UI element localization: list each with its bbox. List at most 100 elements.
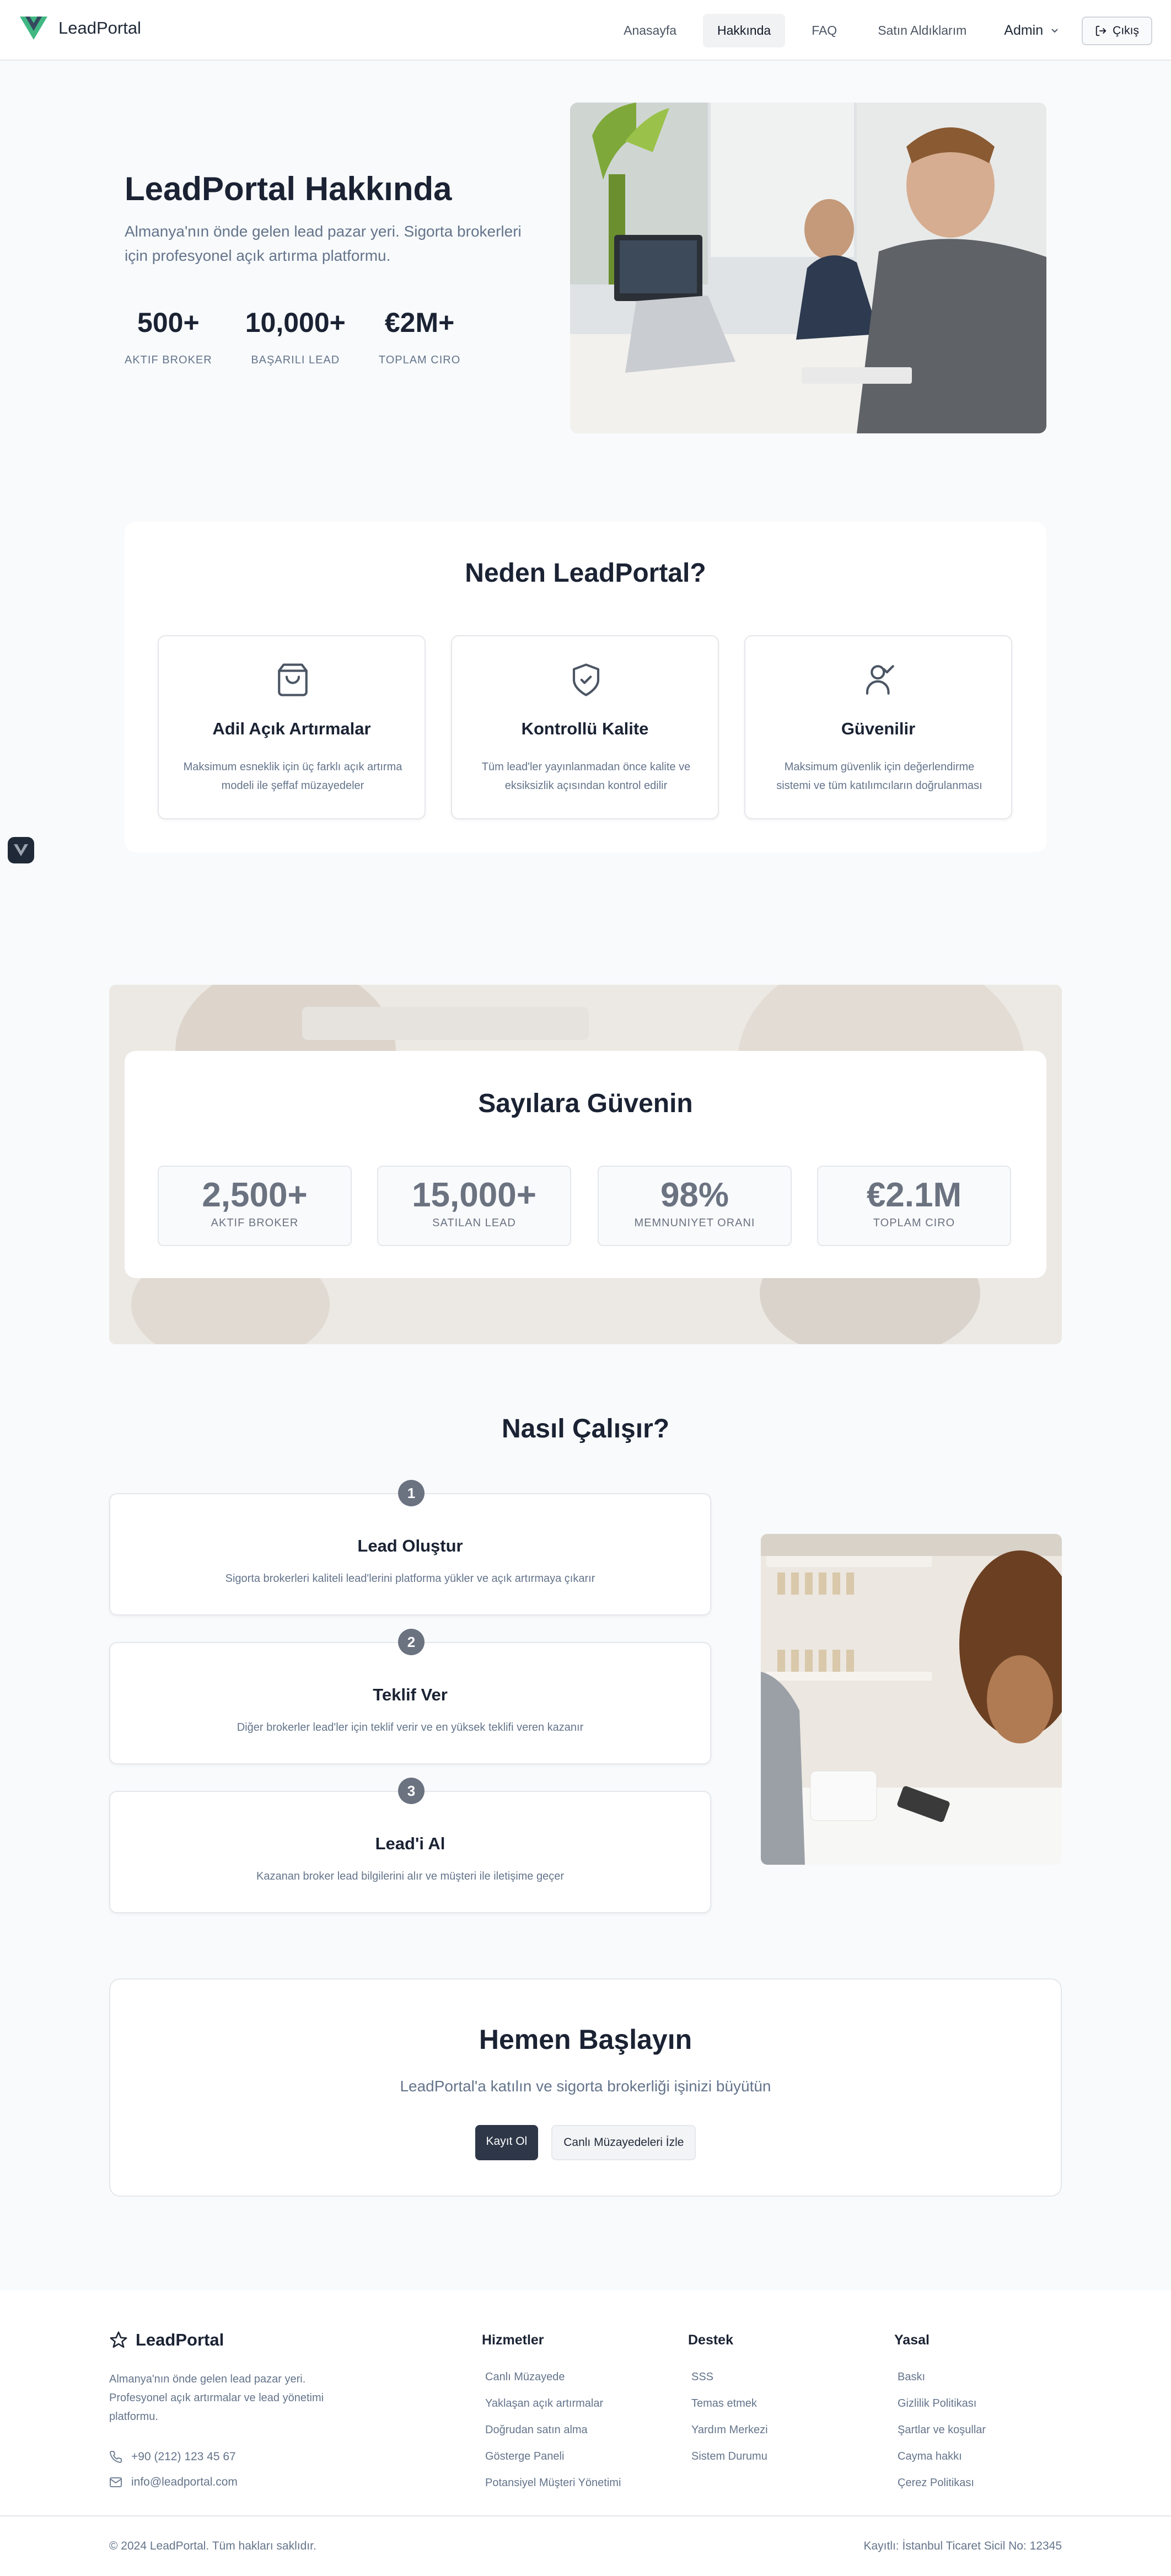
footer-col-title: Yasal: [894, 2332, 930, 2348]
hero-stat-label: TOPLAM CIRO: [378, 354, 461, 366]
footer-link[interactable]: SSS: [688, 2364, 768, 2390]
page-title: LeadPortal Hakkında: [125, 170, 452, 207]
footer-link[interactable]: Temas etmek: [688, 2390, 768, 2417]
hero-stat-value: €2M+: [384, 307, 455, 338]
user-menu[interactable]: Admin: [993, 13, 1070, 48]
feature-title: Güvenilir: [841, 719, 916, 738]
mail-icon: [110, 2477, 122, 2487]
footer-col-support: Destek SSS Temas etmek Yardım Merkezi Si…: [688, 2332, 768, 2470]
number-value: 98%: [660, 1176, 729, 1214]
hero-stat-value: 500+: [137, 307, 200, 338]
footer-link[interactable]: Doğrudan satın alma: [482, 2417, 621, 2443]
footer-link[interactable]: Gösterge Paneli: [482, 2443, 621, 2470]
nav-about[interactable]: Hakkında: [703, 14, 786, 47]
hero-subtitle: Almanya'nın önde gelen lead pazar yeri. …: [125, 223, 522, 264]
phone-icon: [110, 2451, 122, 2463]
vue-logo-icon: [14, 844, 28, 856]
cta-title: Hemen Başlayın: [479, 2024, 692, 2055]
chevron-down-icon: [1051, 28, 1058, 33]
numbers-title: Sayılara Güvenin: [478, 1089, 693, 1118]
feature-title: Kontrollü Kalite: [521, 719, 649, 738]
step-desc: Diğer brokerler lead'ler için teklif ver…: [237, 1721, 584, 1734]
register-button[interactable]: Kayıt Ol: [475, 2125, 539, 2160]
feature-desc: Maksimum esneklik için üç farklı açık ar…: [183, 761, 402, 792]
footer-col-title: Destek: [688, 2332, 733, 2348]
step-desc: Kazanan broker lead bilgilerini alır ve …: [256, 1870, 565, 1882]
cta-subtitle: LeadPortal'a katılın ve sigorta brokerli…: [400, 2078, 771, 2095]
footer-copyright: © 2024 LeadPortal. Tüm hakları saklıdır.: [109, 2540, 316, 2552]
logout-button[interactable]: Çıkış: [1082, 16, 1152, 45]
number-card-revenue: €2.1M TOPLAM CIRO: [817, 1166, 1011, 1246]
feature-card-trusted: Güvenilir Maksimum güvenlik için değerle…: [744, 635, 1012, 819]
nav-purchases[interactable]: Satın Aldıklarım: [863, 14, 981, 47]
footer-link[interactable]: Potansiyel Müşteri Yönetimi: [482, 2470, 621, 2496]
shield-check-icon: [572, 663, 600, 696]
site-footer: LeadPortal Almanya'nın önde gelen lead p…: [0, 2290, 1171, 2576]
footer-link[interactable]: Çerez Politikası: [894, 2470, 986, 2496]
footer-link[interactable]: Cayma hakkı: [894, 2443, 986, 2470]
footer-phone[interactable]: +90 (212) 123 45 67: [109, 2450, 236, 2464]
shopping-bag-icon: [278, 663, 308, 696]
footer-link[interactable]: Canlı Müzayede: [482, 2364, 621, 2390]
why-section: Neden LeadPortal? Adil Açık Artırmalar M…: [125, 522, 1046, 852]
step-number: 1: [398, 1480, 425, 1506]
hero-stat-leads: 10,000+ BAŞARILI LEAD: [245, 307, 346, 367]
number-value: €2.1M: [866, 1176, 962, 1214]
footer-registry: Kayıtlı: İstanbul Ticaret Sicil No: 1234…: [863, 2540, 1062, 2552]
hero-stat-label: BAŞARILI LEAD: [251, 354, 340, 366]
step-title: Teklif Ver: [373, 1685, 448, 1704]
footer-col-services: Hizmetler Canlı Müzayede Yaklaşan açık a…: [482, 2332, 621, 2496]
number-label: MEMNUNIYET ORANI: [634, 1217, 755, 1229]
step-card-2: 2 Teklif Ver Diğer brokerler lead'ler iç…: [109, 1629, 711, 1764]
hero-stat-brokers: 500+ AKTIF BROKER: [125, 307, 212, 367]
watch-live-auctions-button[interactable]: Canlı Müzayedeleri İzle: [551, 2125, 696, 2160]
feature-desc: Tüm lead'ler yayınlanmadan önce kalite v…: [481, 761, 691, 792]
brand-logo[interactable]: LeadPortal: [20, 17, 141, 40]
footer-link[interactable]: Gizlilik Politikası: [894, 2390, 986, 2417]
floating-devtools-button[interactable]: [8, 837, 34, 863]
hero-office-photo: [570, 103, 1046, 433]
number-value: 2,500+: [202, 1176, 308, 1214]
user-menu-label: Admin: [1004, 23, 1044, 38]
vue-logo-icon: [20, 17, 47, 40]
payment-photo: [761, 1534, 1062, 1865]
feature-card-fair-auctions: Adil Açık Artırmalar Maksimum esneklik i…: [158, 635, 426, 819]
number-label: TOPLAM CIRO: [873, 1217, 955, 1229]
number-value: 15,000+: [412, 1176, 536, 1214]
step-card-3: 3 Lead'i Al Kazanan broker lead bilgiler…: [109, 1778, 711, 1913]
cta-buttons: Kayıt Ol Canlı Müzayedeleri İzle: [110, 2125, 1061, 2160]
footer-link[interactable]: Şartlar ve koşullar: [894, 2417, 986, 2443]
top-navbar: LeadPortal Anasayfa Hakkında FAQ Satın A…: [0, 0, 1171, 61]
step-title: Lead'i Al: [375, 1834, 445, 1853]
step-number: 3: [398, 1778, 425, 1804]
nav-faq[interactable]: FAQ: [797, 14, 851, 47]
numbers-section: Sayılara Güvenin 2,500+ AKTIF BROKER 15,…: [125, 1051, 1046, 1278]
footer-link[interactable]: Yaklaşan açık artırmalar: [482, 2390, 621, 2417]
star-icon: [110, 2331, 127, 2348]
footer-email[interactable]: info@leadportal.com: [109, 2476, 238, 2489]
footer-email-text: info@leadportal.com: [131, 2476, 238, 2488]
footer-brand[interactable]: LeadPortal: [109, 2330, 224, 2350]
number-card-satisfaction: 98% MEMNUNIYET ORANI: [598, 1166, 792, 1246]
logout-label: Çıkış: [1113, 24, 1139, 37]
feature-desc: Maksimum güvenlik için değerlendirme sis…: [776, 761, 982, 792]
hero-stat-value: 10,000+: [245, 307, 346, 338]
logout-icon: [1095, 25, 1106, 36]
footer-description: Almanya'nın önde gelen lead pazar yeri. …: [109, 2373, 324, 2423]
user-check-icon: [866, 665, 894, 695]
step-card-1: 1 Lead Oluştur Sigorta brokerleri kalite…: [109, 1480, 711, 1616]
how-title: Nasıl Çalışır?: [501, 1414, 670, 1443]
number-card-brokers: 2,500+ AKTIF BROKER: [158, 1166, 352, 1246]
footer-col-legal: Yasal Baskı Gizlilik Politikası Şartlar …: [894, 2332, 986, 2496]
cta-section: Hemen Başlayın LeadPortal'a katılın ve s…: [109, 1978, 1062, 2197]
number-label: AKTIF BROKER: [211, 1217, 299, 1229]
feature-title: Adil Açık Artırmalar: [212, 719, 371, 738]
footer-link[interactable]: Yardım Merkezi: [688, 2417, 768, 2443]
main-nav: Anasayfa Hakkında FAQ Satın Aldıklarım A…: [609, 13, 1152, 48]
hero-stats: 500+ AKTIF BROKER 10,000+ BAŞARILI LEAD …: [125, 307, 460, 367]
footer-link[interactable]: Baskı: [894, 2364, 986, 2390]
why-title: Neden LeadPortal?: [465, 559, 706, 588]
nav-home[interactable]: Anasayfa: [609, 14, 691, 47]
step-desc: Sigorta brokerleri kaliteli lead'lerini …: [225, 1573, 595, 1585]
footer-link[interactable]: Sistem Durumu: [688, 2443, 768, 2470]
